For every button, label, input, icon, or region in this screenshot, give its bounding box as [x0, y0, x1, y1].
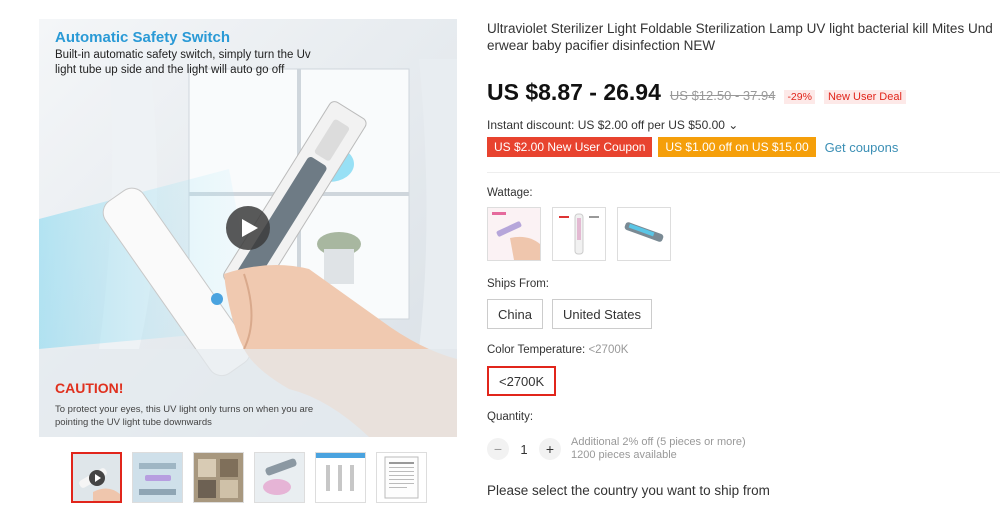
get-coupons-link[interactable]: Get coupons: [825, 140, 899, 155]
ship-from-china[interactable]: China: [487, 299, 543, 329]
color-temperature-option[interactable]: <2700K: [487, 366, 557, 396]
ships-from-label: Ships From:: [487, 278, 549, 290]
thumbnail-3[interactable]: [193, 452, 244, 503]
wattage-option-1[interactable]: [487, 207, 541, 261]
image-headline: Automatic Safety Switch: [55, 29, 231, 46]
thumbnail-4[interactable]: [254, 452, 305, 503]
current-price: US $8.87 - 26.94: [487, 79, 661, 105]
quantity-increase-button[interactable]: +: [539, 438, 561, 460]
instant-discount-dropdown[interactable]: Instant discount: US $2.00 off per US $5…: [487, 118, 738, 132]
shipping-message: Please select the country you want to sh…: [487, 483, 770, 498]
thumbnail-strip: [71, 452, 427, 503]
thumbnail-image: [377, 453, 426, 502]
wattage-option-2[interactable]: [552, 207, 606, 261]
video-play-button[interactable]: [226, 206, 270, 250]
thumbnail-image: [73, 454, 120, 501]
product-title: Ultraviolet Sterilizer Light Foldable St…: [487, 20, 1000, 54]
wattage-option-image: [488, 208, 540, 260]
original-price: US $12.50 - 37.94: [669, 88, 776, 103]
image-description: Built-in automatic safety switch, simply…: [55, 49, 311, 76]
new-user-coupon[interactable]: US $2.00 New User Coupon: [487, 137, 653, 157]
quantity-value[interactable]: 1: [509, 442, 539, 457]
coupon-row: US $2.00 New User Coupon US $1.00 off on…: [487, 137, 898, 157]
main-product-image[interactable]: Automatic Safety Switch Built-in automat…: [39, 19, 457, 437]
wattage-options: [487, 207, 671, 261]
ships-from-options: China United States: [487, 299, 653, 329]
thumbnail-6[interactable]: [376, 452, 427, 503]
section-divider: [487, 172, 1000, 173]
quantity-stepper: − 1 + Additional 2% off (5 pieces or mor…: [487, 436, 746, 462]
thumbnail-image: [194, 453, 243, 502]
thumbnail-5[interactable]: [315, 452, 366, 503]
wattage-label: Wattage:: [487, 187, 533, 199]
thumbnail-1[interactable]: [71, 452, 122, 503]
color-temperature-label-text: Color Temperature:: [487, 344, 586, 356]
price-row: US $8.87 - 26.94 US $12.50 - 37.94 -29% …: [487, 79, 906, 106]
thumbnail-image: [316, 453, 365, 502]
thumbnail-image: [255, 453, 304, 502]
wattage-option-3[interactable]: [617, 207, 671, 261]
product-title-line-1: Ultraviolet Sterilizer Light Foldable St…: [487, 21, 993, 36]
quantity-decrease-button[interactable]: −: [487, 438, 509, 460]
new-user-deal-badge: New User Deal: [823, 90, 906, 104]
quantity-info: Additional 2% off (5 pieces or more) 120…: [571, 436, 746, 462]
image-caution-text: To protect your eyes, this UV light only…: [55, 404, 314, 428]
image-caution-title: CAUTION!: [55, 380, 124, 396]
thumbnail-2[interactable]: [132, 452, 183, 503]
wattage-option-image: [553, 208, 605, 260]
stock-available-text: 1200 pieces available: [571, 449, 677, 461]
discount-badge: -29%: [784, 90, 815, 104]
bulk-discount-text: Additional 2% off (5 pieces or more): [571, 436, 746, 448]
color-temperature-label: Color Temperature: <2700K: [487, 344, 628, 356]
product-title-line-2: erwear baby pacifier disinfection NEW: [487, 38, 716, 53]
store-coupon[interactable]: US $1.00 off on US $15.00: [658, 137, 816, 157]
color-temperature-selected: <2700K: [588, 344, 629, 356]
quantity-label: Quantity:: [487, 411, 534, 423]
ship-from-united-states[interactable]: United States: [551, 299, 653, 329]
thumbnail-image: [133, 453, 182, 502]
play-icon: [242, 219, 258, 237]
wattage-option-image: [618, 208, 670, 260]
